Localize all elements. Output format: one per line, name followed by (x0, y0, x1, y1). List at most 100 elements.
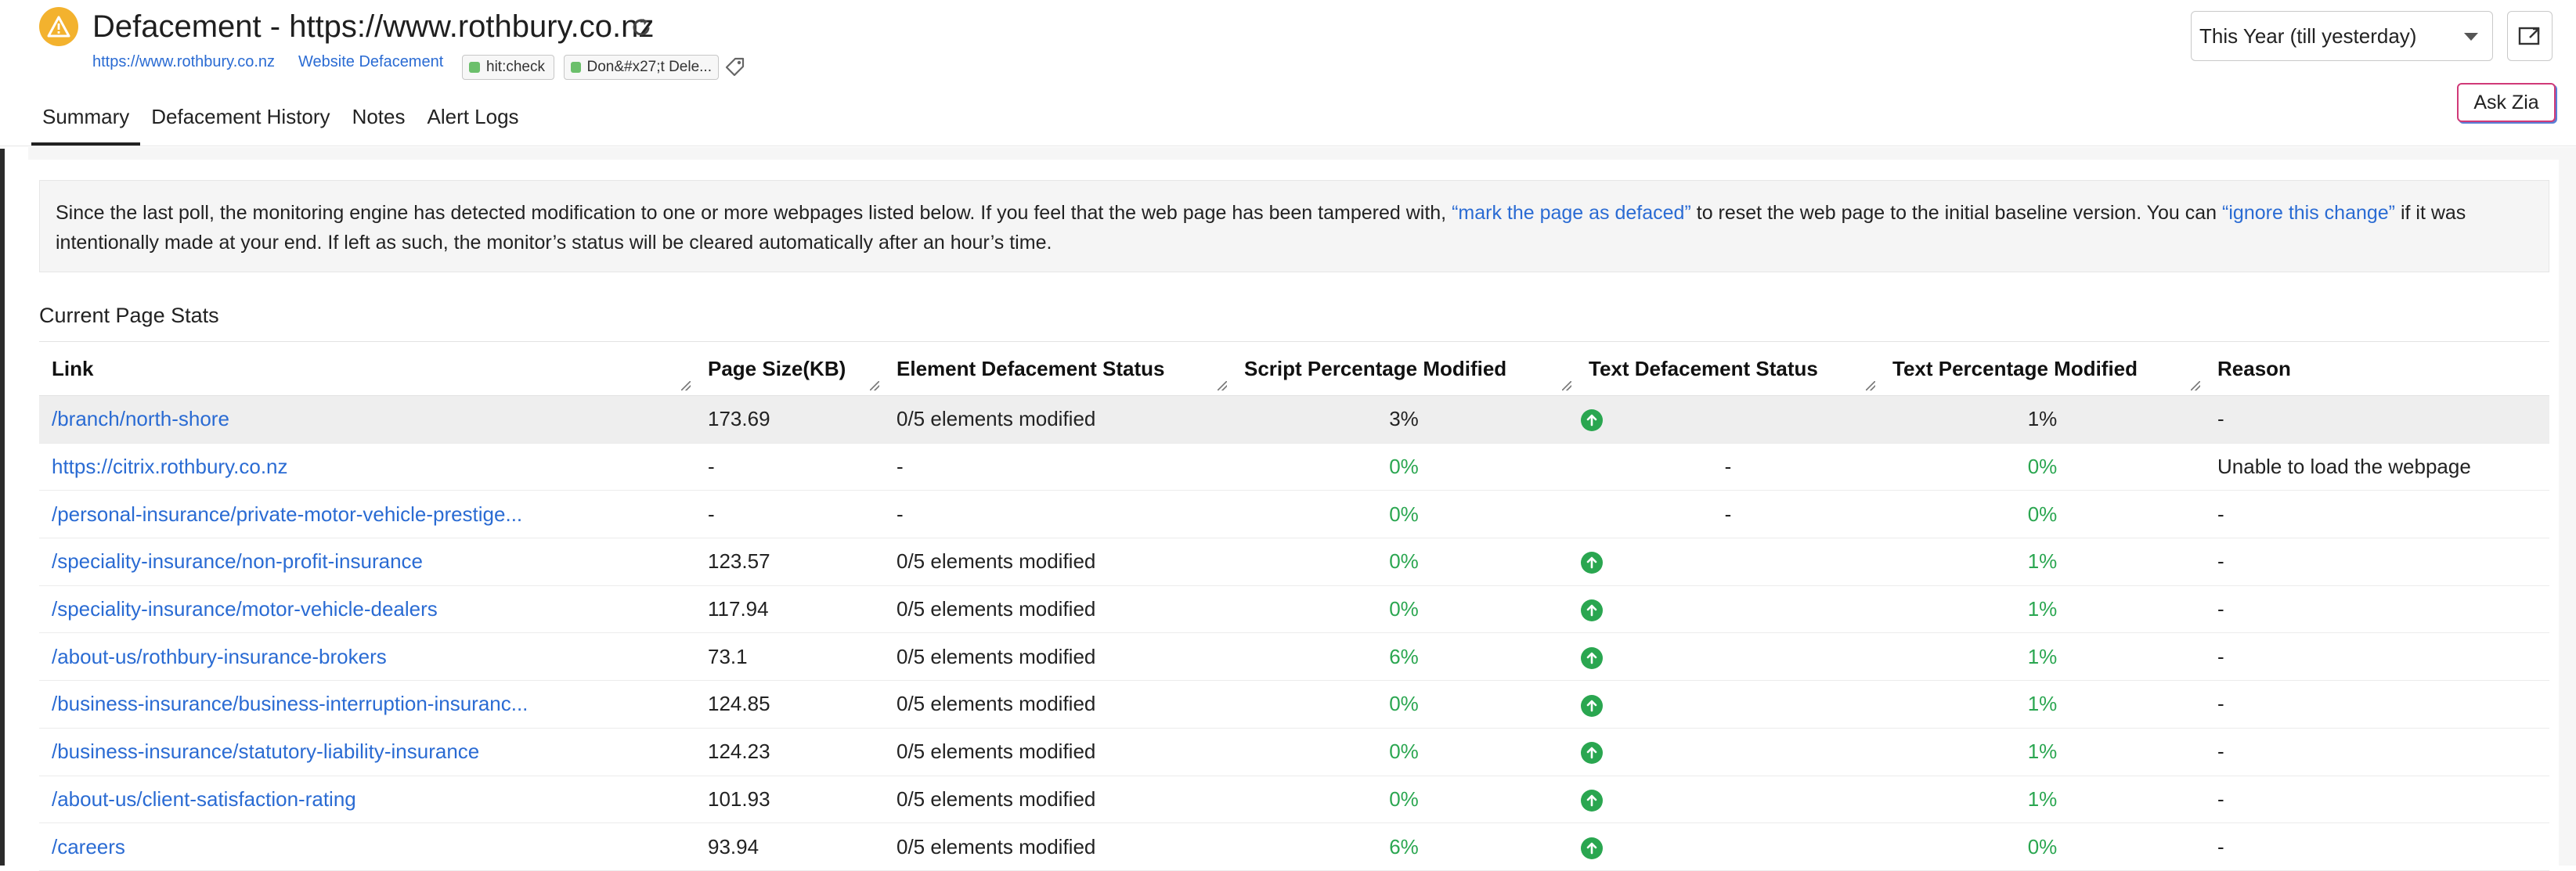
tag-chip[interactable]: Don&#x27;t Dele... (564, 55, 719, 80)
cell-script-percent: 0% (1232, 538, 1576, 586)
cell-text-status (1576, 776, 1880, 824)
cell-element-status: 0/5 elements modified (884, 680, 1232, 729)
status-up-icon (1581, 599, 1603, 622)
ask-zia-button[interactable]: Ask Zia (2457, 83, 2556, 122)
column-header-script-percent[interactable]: Script Percentage Modified (1232, 341, 1576, 396)
page-link[interactable]: /about-us/client-satisfaction-rating (52, 787, 356, 811)
cell-element-status: 0/5 elements modified (884, 632, 1232, 682)
cell-script-percent: 6% (1232, 632, 1576, 682)
resize-handle-icon[interactable] (2191, 381, 2200, 391)
resize-handle-icon[interactable] (870, 381, 879, 391)
page-link[interactable]: /speciality-insurance/non-profit-insuran… (52, 549, 423, 573)
column-header-text-status[interactable]: Text Defacement Status (1576, 341, 1880, 396)
cell-link: /about-us/client-satisfaction-rating (39, 776, 695, 824)
cell-text-percent: 0% (1880, 443, 2205, 491)
cell-page-size: 93.94 (695, 822, 884, 871)
tab-bar: Summary Defacement History Notes Alert L… (31, 94, 530, 147)
cell-text-percent: 1% (1880, 585, 2205, 634)
cell-link: /branch/north-shore (39, 395, 695, 444)
cell-element-status: 0/5 elements modified (884, 538, 1232, 586)
page-link[interactable]: /business-insurance/business-interruptio… (52, 692, 528, 715)
cell-element-status: 0/5 elements modified (884, 776, 1232, 824)
ignore-change-link[interactable]: “ignore this change” (2222, 202, 2395, 224)
resize-handle-icon[interactable] (1562, 381, 1571, 391)
column-header-text-percent[interactable]: Text Percentage Modified (1880, 341, 2205, 396)
cell-script-percent: 0% (1232, 728, 1576, 776)
page-link[interactable]: /careers (52, 835, 125, 858)
export-icon (2518, 27, 2540, 45)
tag-color-dot (571, 62, 581, 73)
period-select[interactable]: This Year (till yesterday) (2191, 11, 2493, 61)
cell-page-size: 123.57 (695, 538, 884, 586)
tag-color-dot (469, 62, 480, 73)
cell-text-status (1576, 680, 1880, 729)
status-up-icon (1581, 552, 1603, 574)
cell-page-size: 117.94 (695, 585, 884, 634)
cell-text-percent: 1% (1880, 395, 2205, 444)
table-row[interactable]: /business-insurance/business-interruptio… (39, 680, 2549, 729)
cell-text-status: - (1576, 490, 1880, 539)
page-link[interactable]: /speciality-insurance/motor-vehicle-deal… (52, 597, 438, 621)
monitor-type-link[interactable]: Website Defacement (298, 53, 443, 71)
resize-handle-icon[interactable] (1866, 381, 1875, 391)
cell-text-percent: 1% (1880, 680, 2205, 729)
cell-link: /about-us/rothbury-insurance-brokers (39, 632, 695, 682)
mark-as-defaced-link[interactable]: “mark the page as defaced” (1452, 202, 1691, 224)
status-up-icon (1581, 837, 1603, 859)
page-link[interactable]: /business-insurance/statutory-liability-… (52, 740, 479, 763)
table-row[interactable]: /personal-insurance/private-motor-vehicl… (39, 490, 2549, 539)
page-title: Defacement - https://www.rothbury.co.nz (92, 9, 655, 44)
add-tag-icon[interactable] (723, 55, 747, 78)
cell-reason: Unable to load the webpage (2205, 443, 2549, 491)
table-row[interactable]: /business-insurance/statutory-liability-… (39, 728, 2549, 776)
table-row[interactable]: /careers 93.94 0/5 elements modified 6% 0% - (39, 822, 2549, 871)
cell-reason: - (2205, 822, 2549, 871)
tab-defacement-history[interactable]: Defacement History (140, 94, 341, 146)
cell-text-status: - (1576, 443, 1880, 491)
cell-page-size: - (695, 490, 884, 539)
column-header-element-status[interactable]: Element Defacement Status (884, 341, 1232, 396)
table-row[interactable]: /about-us/rothbury-insurance-brokers 73.1… (39, 632, 2549, 682)
cell-script-percent: 3% (1232, 395, 1576, 444)
table-row[interactable]: https://citrix.rothbury.co.nz - -0% -0% Unab… (39, 443, 2549, 491)
page-link[interactable]: /about-us/rothbury-insurance-brokers (52, 645, 387, 668)
table-row[interactable]: /speciality-insurance/motor-vehicle-deal… (39, 585, 2549, 634)
tab-summary[interactable]: Summary (31, 94, 141, 146)
cell-link: /speciality-insurance/non-profit-insuran… (39, 538, 695, 586)
resize-handle-icon[interactable] (1218, 381, 1227, 391)
refresh-icon[interactable] (630, 16, 653, 39)
tag-label: hit:check (486, 59, 545, 75)
table-row[interactable]: /speciality-insurance/non-profit-insuran… (39, 538, 2549, 586)
cell-script-percent: 0% (1232, 585, 1576, 634)
page-link[interactable]: https://citrix.rothbury.co.nz (52, 455, 288, 478)
column-header-reason[interactable]: Reason (2205, 341, 2549, 396)
cell-text-percent: 0% (1880, 822, 2205, 871)
tag-chip[interactable]: hit:check (462, 55, 554, 80)
cell-reason: - (2205, 395, 2549, 444)
cell-script-percent: 0% (1232, 776, 1576, 824)
tab-alert-logs[interactable]: Alert Logs (416, 94, 529, 146)
cell-text-status (1576, 728, 1880, 776)
column-header-link[interactable]: Link (39, 341, 695, 396)
table-row[interactable]: /about-us/client-satisfaction-rating 101.… (39, 776, 2549, 824)
cell-script-percent: 6% (1232, 822, 1576, 871)
cell-text-percent: 1% (1880, 776, 2205, 824)
cell-element-status: 0/5 elements modified (884, 728, 1232, 776)
column-header-page-size[interactable]: Page Size(KB) (695, 341, 884, 396)
resize-handle-icon[interactable] (681, 381, 691, 391)
export-button[interactable] (2507, 11, 2553, 61)
cell-text-percent: 0% (1880, 490, 2205, 539)
cell-element-status: 0/5 elements modified (884, 395, 1232, 444)
tab-notes[interactable]: Notes (341, 94, 417, 146)
cell-element-status: 0/5 elements modified (884, 822, 1232, 871)
notice-text: to reset the web page to the initial bas… (1690, 202, 2223, 224)
cell-text-status (1576, 822, 1880, 871)
cell-page-size: 101.93 (695, 776, 884, 824)
monitor-url-link[interactable]: https://www.rothbury.co.nz (92, 53, 275, 71)
page-link[interactable]: /branch/north-shore (52, 407, 229, 430)
page-link[interactable]: /personal-insurance/private-motor-vehicl… (52, 502, 522, 526)
status-up-icon (1581, 646, 1603, 669)
table-row[interactable]: /branch/north-shore 173.69 0/5 elements mo… (39, 395, 2549, 444)
cell-reason: - (2205, 490, 2549, 539)
chevron-down-icon (2464, 33, 2478, 41)
